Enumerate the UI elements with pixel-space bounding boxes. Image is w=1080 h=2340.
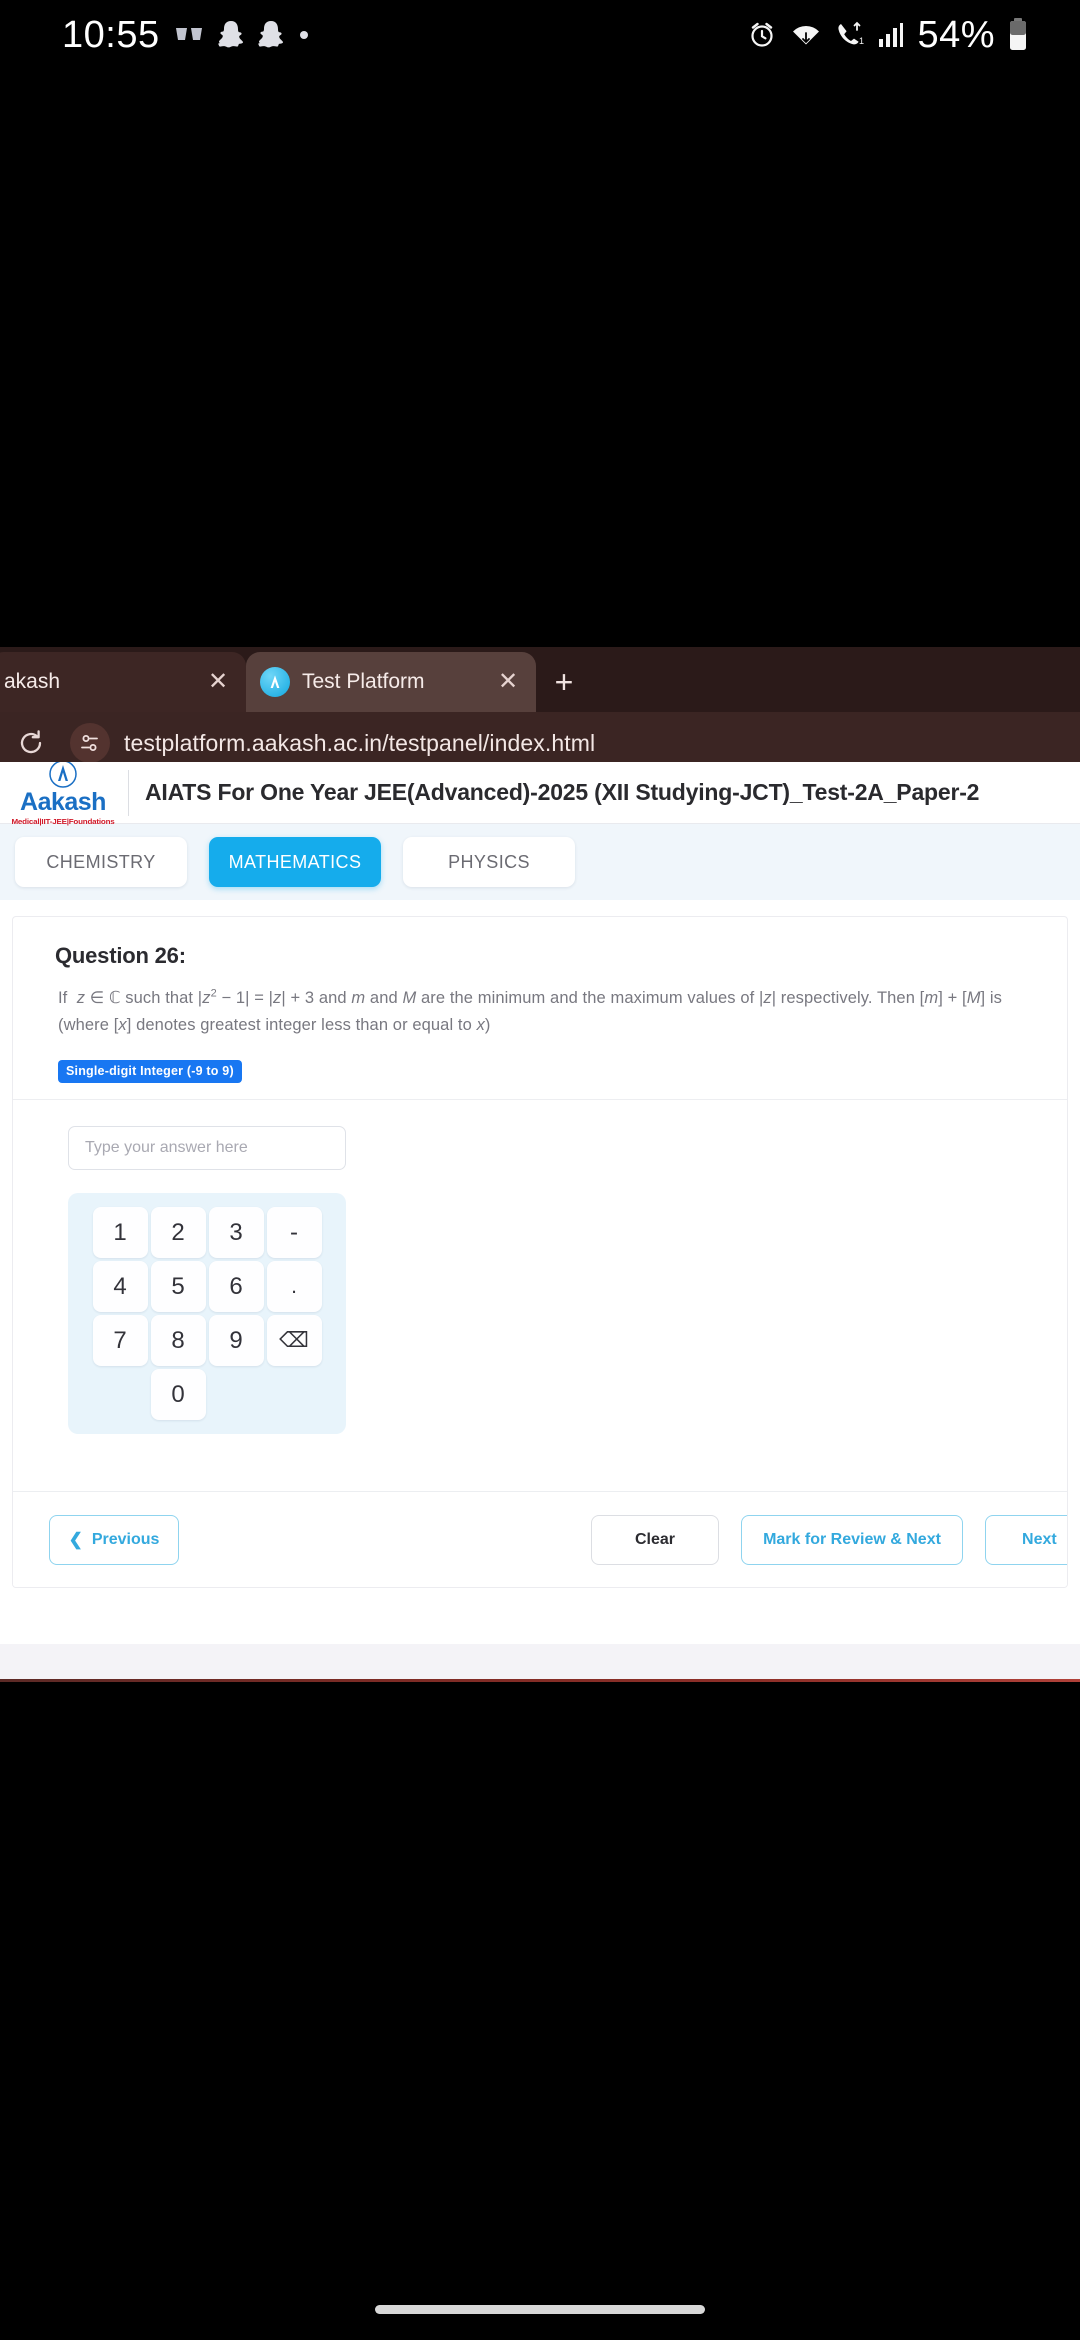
key-decimal-point[interactable]: . — [266, 1261, 322, 1313]
status-bar-right: 1 54% — [747, 14, 1028, 57]
status-bar-left: 10:55 — [62, 14, 310, 57]
tab-chemistry[interactable]: CHEMISTRY — [15, 837, 187, 887]
battery-icon — [1008, 18, 1028, 52]
question-number: Question 26: — [55, 943, 186, 968]
url-text: testplatform.aakash.ac.in/testpanel/inde… — [124, 729, 596, 756]
key-2[interactable]: 2 — [150, 1207, 206, 1259]
key-minus[interactable]: - — [266, 1207, 322, 1259]
key-blank — [93, 1369, 148, 1420]
close-icon[interactable]: ✕ — [494, 668, 522, 696]
signal-icon — [878, 21, 904, 49]
numeric-keypad: 1 2 3 - 4 5 6 . 7 8 9 ⌫ 0 — [68, 1193, 346, 1435]
question-text: If z ∈ ℂ such that |z2 − 1| = |z| + 3 an… — [58, 987, 1003, 1034]
previous-button-label: Previous — [91, 1530, 160, 1548]
gesture-pill[interactable] — [375, 2305, 705, 2314]
key-blank — [267, 1369, 322, 1420]
url-bar[interactable]: testplatform.aakash.ac.in/testpanel/inde… — [62, 718, 1064, 768]
call-icon: 1 — [835, 20, 865, 50]
key-6[interactable]: 6 — [208, 1261, 264, 1313]
test-platform-page: Aakash Medical|IIT-JEE|Foundations AIATS… — [0, 762, 1080, 1682]
browser-window: akash ✕ Test Platform ✕ + testplatform.a… — [0, 647, 1080, 1682]
site-settings-icon[interactable] — [70, 723, 110, 763]
aakash-logo: Aakash Medical|IIT-JEE|Foundations — [0, 762, 126, 826]
key-9[interactable]: 9 — [208, 1315, 264, 1367]
android-navigation-bar — [0, 2260, 1080, 2340]
question-footer: ❮ Previous Clear Mark for Review & Next … — [13, 1491, 1067, 1587]
page-title: AIATS For One Year JEE(Advanced)-2025 (X… — [145, 779, 980, 805]
browser-tab-title: Test Platform — [302, 670, 425, 693]
header-divider — [128, 769, 129, 816]
close-icon[interactable]: ✕ — [204, 668, 232, 696]
key-1[interactable]: 1 — [92, 1207, 148, 1259]
tab-physics[interactable]: PHYSICS — [403, 837, 575, 887]
aakash-wordmark: Aakash — [20, 788, 106, 816]
question-type-badge: Single-digit Integer (-9 to 9) — [58, 1060, 242, 1084]
aakash-mark-icon — [48, 762, 78, 789]
phone-screen: 10:55 1 54% akash ✕ Test Platform ✕ + te… — [0, 0, 1080, 2340]
new-tab-button[interactable]: + — [536, 652, 592, 712]
aakash-favicon-icon — [260, 667, 290, 697]
clear-button[interactable]: Clear — [591, 1514, 719, 1565]
question-card: Question 26: If z ∈ ℂ such that |z2 − 1|… — [12, 916, 1068, 1588]
reload-icon[interactable] — [0, 728, 62, 758]
key-4[interactable]: 4 — [92, 1261, 148, 1313]
glasses-icon — [174, 25, 204, 45]
subject-tab-bar: CHEMISTRY MATHEMATICS PHYSICS — [0, 824, 1080, 900]
answer-input[interactable] — [68, 1126, 346, 1171]
browser-tab-test-platform[interactable]: Test Platform ✕ — [246, 652, 536, 712]
dot-icon — [298, 29, 310, 41]
status-clock: 10:55 — [62, 13, 160, 56]
page-bottom-strip — [0, 1644, 1080, 1682]
aakash-tagline: Medical|IIT-JEE|Foundations — [11, 817, 115, 826]
browser-bottom-edge — [0, 1679, 1080, 1682]
mark-for-review-next-button[interactable]: Mark for Review & Next — [741, 1514, 963, 1565]
previous-button[interactable]: ❮ Previous — [49, 1514, 179, 1565]
app-header: Aakash Medical|IIT-JEE|Foundations AIATS… — [0, 762, 1080, 826]
key-5[interactable]: 5 — [150, 1261, 206, 1313]
chevron-left-icon: ❮ — [68, 1530, 83, 1549]
backspace-icon[interactable]: ⌫ — [266, 1315, 322, 1367]
snapchat-icon — [217, 20, 244, 50]
wifi-icon — [790, 20, 822, 50]
key-3[interactable]: 3 — [208, 1207, 264, 1259]
svg-text:1: 1 — [859, 36, 864, 46]
next-button[interactable]: Next ❯ — [985, 1514, 1067, 1565]
key-blank — [209, 1369, 264, 1420]
browser-tab-akash[interactable]: akash ✕ — [0, 652, 246, 712]
tab-mathematics[interactable]: MATHEMATICS — [209, 837, 381, 887]
key-0[interactable]: 0 — [150, 1369, 206, 1421]
key-8[interactable]: 8 — [150, 1315, 206, 1367]
alarm-icon — [747, 20, 777, 50]
chevron-right-icon: ❯ — [1066, 1531, 1067, 1548]
snapchat-icon — [257, 20, 284, 50]
android-status-bar: 10:55 1 54% — [0, 0, 1080, 70]
next-button-label: Next — [1022, 1530, 1057, 1548]
key-7[interactable]: 7 — [92, 1315, 148, 1367]
browser-tab-strip: akash ✕ Test Platform ✕ + — [0, 647, 1080, 712]
card-divider — [13, 1099, 1067, 1101]
browser-tab-title: akash — [4, 670, 61, 693]
battery-percent-label: 54% — [917, 13, 995, 56]
